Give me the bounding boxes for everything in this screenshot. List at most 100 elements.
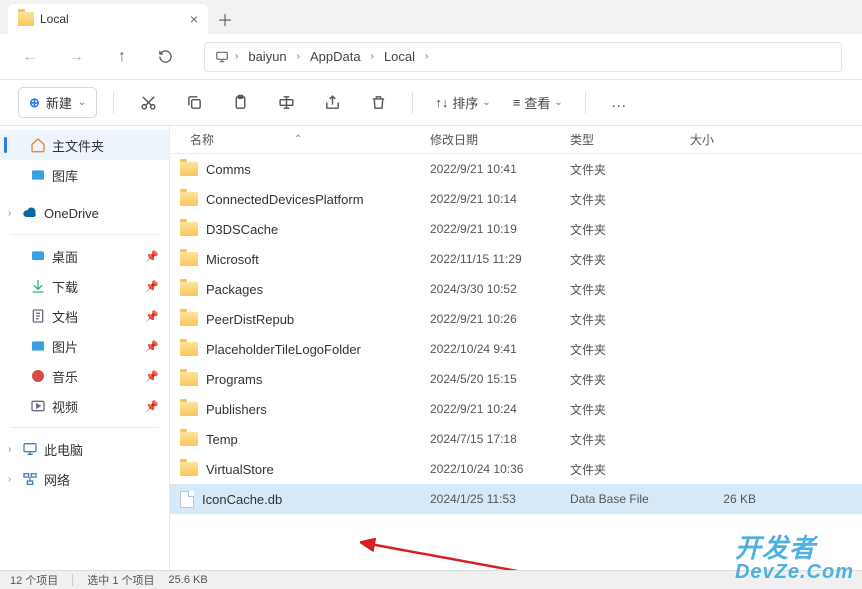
sidebar-home[interactable]: 主文件夹 (0, 130, 169, 160)
col-name[interactable]: 名称⌃ (170, 131, 430, 148)
file-size: 26 KB (690, 492, 770, 506)
new-button[interactable]: ⊕ 新建 ⌄ (18, 87, 97, 118)
sort-icon: ↑↓ (435, 95, 448, 110)
copy-button[interactable] (176, 87, 212, 119)
file-date: 2022/9/21 10:14 (430, 192, 570, 206)
folder-icon (180, 462, 198, 476)
file-row[interactable]: ConnectedDevicesPlatform 2022/9/21 10:14文… (170, 184, 862, 214)
sidebar-quick-item[interactable]: 桌面📌 (0, 241, 169, 271)
rename-button[interactable] (268, 87, 304, 119)
file-date: 2022/9/21 10:41 (430, 162, 570, 176)
sidebar-thispc-label: 此电脑 (44, 440, 83, 459)
file-date: 2022/10/24 10:36 (430, 462, 570, 476)
file-type: 文件夹 (570, 371, 690, 388)
close-icon[interactable]: × (190, 11, 198, 27)
folder-icon (180, 312, 198, 326)
sidebar-quick-item[interactable]: 图片 📌 (0, 331, 169, 361)
status-size: 25.6 KB (169, 574, 208, 586)
folder-icon (180, 402, 198, 416)
col-size[interactable]: 大小 (690, 131, 770, 148)
pin-icon: 📌 (145, 370, 159, 383)
crumb-0[interactable]: baiyun (244, 47, 290, 66)
tab-local[interactable]: Local × (8, 4, 208, 34)
file-row[interactable]: Comms2022/9/21 10:41文件夹 (170, 154, 862, 184)
file-type: 文件夹 (570, 221, 690, 238)
file-name: VirtualStore (206, 462, 274, 477)
file-name: Microsoft (206, 252, 259, 267)
quick-label: 图片 (52, 337, 78, 356)
file-date: 2024/5/20 15:15 (430, 372, 570, 386)
file-row[interactable]: IconCache.db2024/1/25 11:53Data Base Fil… (170, 484, 862, 514)
up-button[interactable]: ↑ (112, 48, 132, 66)
file-name: IconCache.db (202, 492, 282, 507)
back-button[interactable]: ← (20, 48, 40, 66)
tab-title: Local (40, 12, 69, 26)
sidebar-network[interactable]: › 网络 (0, 464, 169, 494)
col-date[interactable]: 修改日期 (430, 131, 570, 148)
file-row[interactable]: Packages2024/3/30 10:52文件夹 (170, 274, 862, 304)
sidebar-quick-item[interactable]: 音乐📌 (0, 361, 169, 391)
file-date: 2022/9/21 10:26 (430, 312, 570, 326)
file-name: Packages (206, 282, 263, 297)
file-type: 文件夹 (570, 461, 690, 478)
sidebar-quick-item[interactable]: 视频📌 (0, 391, 169, 421)
file-row[interactable]: Programs2024/5/20 15:15文件夹 (170, 364, 862, 394)
column-headers: 名称⌃ 修改日期 类型 大小 (170, 126, 862, 154)
file-list: Comms2022/9/21 10:41文件夹ConnectedDevicesP… (170, 154, 862, 570)
sidebar-network-label: 网络 (44, 470, 70, 489)
folder-icon (18, 11, 34, 27)
file-row[interactable]: Microsoft 2022/11/15 11:29文件夹 (170, 244, 862, 274)
file-type: 文件夹 (570, 281, 690, 298)
file-row[interactable]: PlaceholderTileLogoFolder2022/10/24 9:41… (170, 334, 862, 364)
crumb-2[interactable]: Local (380, 47, 419, 66)
view-button[interactable]: ≡ 查看 ⌄ (507, 93, 569, 112)
file-type: 文件夹 (570, 161, 690, 178)
file-row[interactable]: Temp2024/7/15 17:18文件夹 (170, 424, 862, 454)
file-row[interactable]: Publishers2022/9/21 10:24文件夹 (170, 394, 862, 424)
pc-icon (22, 441, 38, 457)
file-type: 文件夹 (570, 251, 690, 268)
cut-button[interactable] (130, 87, 166, 119)
file-row[interactable]: PeerDistRepub2022/9/21 10:26文件夹 (170, 304, 862, 334)
more-button[interactable]: … (602, 87, 638, 119)
new-tab-button[interactable]: ＋ (208, 4, 242, 34)
delete-button[interactable] (360, 87, 396, 119)
pin-icon: 📌 (145, 400, 159, 413)
sort-button[interactable]: ↑↓ 排序 ⌄ (429, 93, 496, 112)
sidebar-onedrive[interactable]: › OneDrive (0, 198, 169, 228)
status-selected: 选中 1 个项目 (87, 572, 154, 588)
file-date: 2022/10/24 9:41 (430, 342, 570, 356)
file-row[interactable]: VirtualStore 2022/10/24 10:36文件夹 (170, 454, 862, 484)
chevron-down-icon: ⌄ (78, 97, 86, 108)
refresh-button[interactable] (158, 49, 178, 64)
file-name: ConnectedDevicesPlatform (206, 192, 364, 207)
quick-icon (30, 308, 46, 324)
breadcrumb[interactable]: › baiyun › AppData › Local › (204, 42, 842, 72)
file-type: 文件夹 (570, 431, 690, 448)
chevron-right-icon: › (8, 474, 11, 485)
paste-button[interactable] (222, 87, 258, 119)
sidebar-quick-item[interactable]: 文档📌 (0, 301, 169, 331)
sidebar-thispc[interactable]: › 此电脑 (0, 434, 169, 464)
pin-icon: 📌 (145, 310, 159, 323)
sidebar-quick-item[interactable]: 下载📌 (0, 271, 169, 301)
sort-label: 排序 (452, 93, 478, 112)
file-type: Data Base File (570, 492, 690, 506)
sidebar-home-label: 主文件夹 (52, 136, 104, 155)
pin-icon: 📌 (145, 340, 159, 353)
chevron-right-icon: › (235, 51, 238, 62)
home-icon (30, 137, 46, 153)
crumb-1[interactable]: AppData (306, 47, 365, 66)
file-row[interactable]: D3DSCache2022/9/21 10:19文件夹 (170, 214, 862, 244)
file-date: 2022/11/15 11:29 (430, 252, 570, 266)
folder-icon (180, 192, 198, 206)
quick-icon (30, 338, 46, 354)
forward-button[interactable]: → (66, 48, 86, 66)
folder-icon (180, 372, 198, 386)
sidebar-gallery[interactable]: 图库 (0, 160, 169, 190)
col-type[interactable]: 类型 (570, 131, 690, 148)
file-type: 文件夹 (570, 191, 690, 208)
status-bar: 12 个项目 选中 1 个项目 25.6 KB (0, 570, 862, 589)
share-button[interactable] (314, 87, 350, 119)
quick-icon (30, 248, 46, 264)
